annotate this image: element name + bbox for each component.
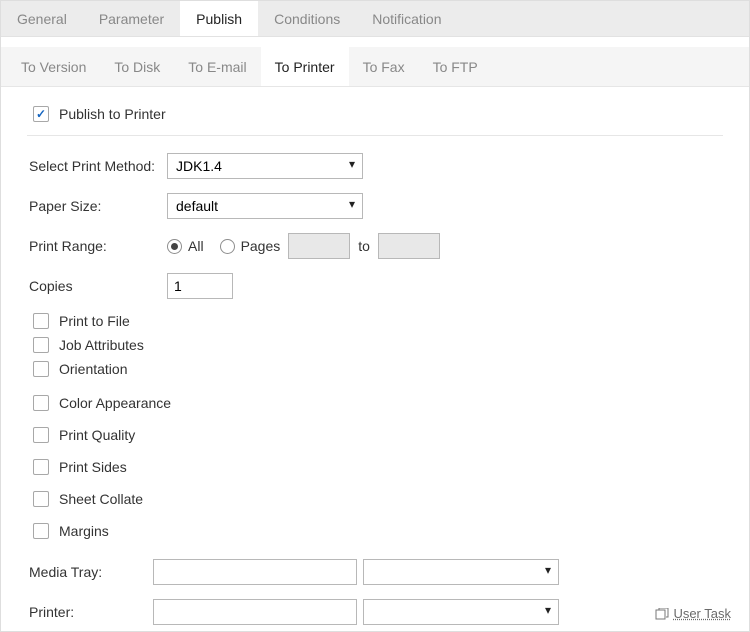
label-print-sides: Print Sides	[59, 459, 127, 475]
label-orientation: Orientation	[59, 361, 127, 377]
tabbar-secondary: To Version To Disk To E-mail To Printer …	[1, 47, 749, 87]
tab-conditions[interactable]: Conditions	[258, 1, 356, 36]
input-media-tray[interactable]	[153, 559, 357, 585]
label-to: to	[358, 238, 370, 254]
select-print-method[interactable]: JDK1.4	[167, 153, 363, 179]
tab-to-printer[interactable]: To Printer	[261, 47, 349, 86]
radio-print-range-pages[interactable]	[220, 239, 235, 254]
tab-to-fax-label: To Fax	[363, 59, 405, 75]
input-range-from[interactable]	[288, 233, 350, 259]
tab-publish[interactable]: Publish	[180, 1, 258, 36]
row-printer: Printer:	[29, 596, 723, 628]
tab-to-email-label: To E-mail	[188, 59, 246, 75]
label-pages: Pages	[241, 238, 281, 254]
tab-to-ftp[interactable]: To FTP	[419, 47, 492, 86]
select-paper-size[interactable]: default	[167, 193, 363, 219]
input-printer[interactable]	[153, 599, 357, 625]
publish-to-printer-row: Publish to Printer	[27, 99, 723, 136]
label-sheet-collate: Sheet Collate	[59, 491, 143, 507]
publish-to-printer-label: Publish to Printer	[59, 106, 166, 122]
select-print-method-wrap: JDK1.4	[167, 153, 363, 179]
publish-to-printer-panel: Publish to Printer Select Print Method: …	[1, 87, 749, 628]
row-print-method: Select Print Method: JDK1.4	[29, 150, 723, 182]
tab-to-disk-label: To Disk	[114, 59, 160, 75]
user-task-link[interactable]: User Task	[673, 606, 731, 621]
check-print-to-file[interactable]	[33, 313, 49, 329]
label-color-appearance: Color Appearance	[59, 395, 171, 411]
label-all: All	[188, 238, 204, 254]
tab-parameter[interactable]: Parameter	[83, 1, 180, 36]
label-print-range: Print Range:	[29, 238, 167, 254]
tab-to-version[interactable]: To Version	[7, 47, 100, 86]
label-margins: Margins	[59, 523, 109, 539]
label-print-method: Select Print Method:	[29, 158, 167, 174]
tab-general[interactable]: General	[1, 1, 83, 36]
check-margins[interactable]	[33, 523, 49, 539]
tab-conditions-label: Conditions	[274, 11, 340, 27]
label-paper-size: Paper Size:	[29, 198, 167, 214]
row-paper-size: Paper Size: default	[29, 190, 723, 222]
select-media-tray[interactable]	[363, 559, 559, 585]
select-paper-size-wrap: default	[167, 193, 363, 219]
label-copies: Copies	[29, 278, 167, 294]
tab-to-disk[interactable]: To Disk	[100, 47, 174, 86]
radio-print-range-all[interactable]	[167, 239, 182, 254]
row-media-tray: Media Tray:	[29, 556, 723, 588]
tab-publish-label: Publish	[196, 11, 242, 27]
checkbox-group-2: Color Appearance Print Quality Print Sid…	[29, 388, 723, 546]
check-print-quality[interactable]	[33, 427, 49, 443]
publish-to-printer-checkbox[interactable]	[33, 106, 49, 122]
check-sheet-collate[interactable]	[33, 491, 49, 507]
tab-to-ftp-label: To FTP	[433, 59, 478, 75]
tab-to-fax[interactable]: To Fax	[349, 47, 419, 86]
checkbox-group-1: Print to File Job Attributes Orientation	[29, 310, 723, 380]
select-printer-wrap	[363, 599, 559, 625]
check-color-appearance[interactable]	[33, 395, 49, 411]
tab-general-label: General	[17, 11, 67, 27]
dialog-window: General Parameter Publish Conditions Not…	[0, 0, 750, 632]
check-job-attributes[interactable]	[33, 337, 49, 353]
user-task-icon	[655, 608, 669, 623]
tabbar-primary: General Parameter Publish Conditions Not…	[1, 1, 749, 37]
tab-notification[interactable]: Notification	[356, 1, 457, 36]
label-job-attributes: Job Attributes	[59, 337, 144, 353]
row-copies: Copies	[29, 270, 723, 302]
tab-to-printer-label: To Printer	[275, 59, 335, 75]
input-copies[interactable]	[167, 273, 233, 299]
row-print-range: Print Range: All Pages to	[29, 230, 723, 262]
select-printer[interactable]	[363, 599, 559, 625]
label-media-tray: Media Tray:	[29, 564, 153, 580]
label-print-quality: Print Quality	[59, 427, 135, 443]
label-print-to-file: Print to File	[59, 313, 130, 329]
tab-to-version-label: To Version	[21, 59, 86, 75]
check-print-sides[interactable]	[33, 459, 49, 475]
printer-form: Select Print Method: JDK1.4 Paper Size: …	[27, 150, 723, 628]
footer: User Task	[655, 606, 731, 623]
tab-to-email[interactable]: To E-mail	[174, 47, 260, 86]
select-media-tray-wrap	[363, 559, 559, 585]
tab-notification-label: Notification	[372, 11, 441, 27]
tab-parameter-label: Parameter	[99, 11, 164, 27]
label-printer: Printer:	[29, 604, 153, 620]
input-range-to[interactable]	[378, 233, 440, 259]
check-orientation[interactable]	[33, 361, 49, 377]
